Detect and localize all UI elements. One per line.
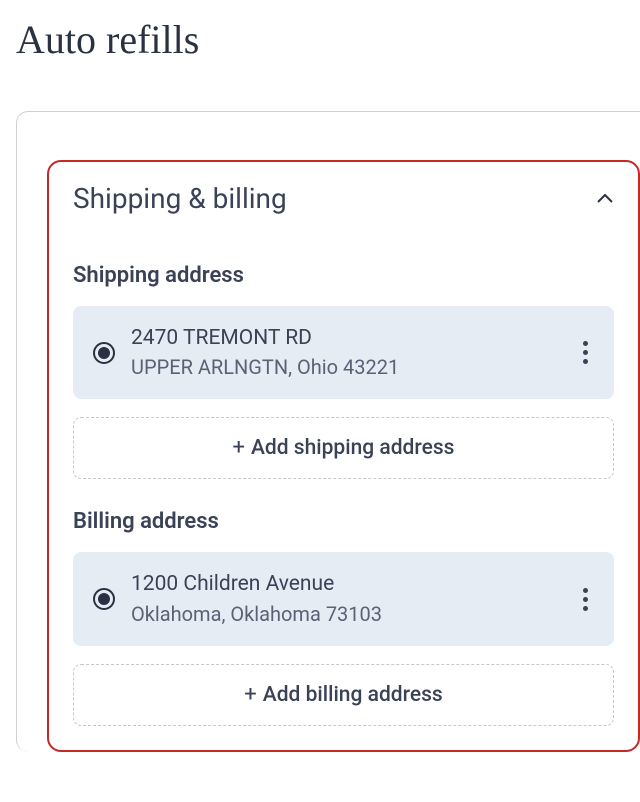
section-title: Shipping & billing xyxy=(73,182,287,215)
auto-refills-card: Shipping & billing Shipping address 2470… xyxy=(16,111,640,752)
plus-icon: + xyxy=(233,437,245,459)
billing-block: Billing address 1200 Children Avenue Okl… xyxy=(73,509,614,725)
page-title: Auto refills xyxy=(16,16,640,63)
radio-selected-icon[interactable] xyxy=(93,588,115,610)
shipping-address-row[interactable]: 2470 TREMONT RD UPPER ARLNGTN, Ohio 4322… xyxy=(73,306,614,399)
add-billing-address-button[interactable]: + Add billing address xyxy=(73,664,614,726)
billing-subsection-title: Billing address xyxy=(73,509,614,534)
section-header[interactable]: Shipping & billing xyxy=(73,182,614,215)
shipping-subsection-title: Shipping address xyxy=(73,263,614,288)
shipping-address-text: 2470 TREMONT RD UPPER ARLNGTN, Ohio 4322… xyxy=(131,324,561,381)
add-shipping-label: Add shipping address xyxy=(251,436,455,460)
kebab-menu-icon[interactable] xyxy=(577,582,594,617)
chevron-up-icon[interactable] xyxy=(596,190,614,208)
plus-icon: + xyxy=(244,684,256,706)
shipping-block: Shipping address 2470 TREMONT RD UPPER A… xyxy=(73,263,614,479)
billing-address-row[interactable]: 1200 Children Avenue Oklahoma, Oklahoma … xyxy=(73,552,614,645)
billing-address-text: 1200 Children Avenue Oklahoma, Oklahoma … xyxy=(131,570,561,627)
billing-address-line2: Oklahoma, Oklahoma 73103 xyxy=(131,600,561,628)
shipping-address-line2: UPPER ARLNGTN, Ohio 43221 xyxy=(131,353,561,381)
shipping-address-line1: 2470 TREMONT RD xyxy=(131,324,561,353)
kebab-menu-icon[interactable] xyxy=(577,335,594,370)
shipping-billing-panel: Shipping & billing Shipping address 2470… xyxy=(47,160,640,752)
add-billing-label: Add billing address xyxy=(263,683,443,707)
add-shipping-address-button[interactable]: + Add shipping address xyxy=(73,417,614,479)
billing-address-line1: 1200 Children Avenue xyxy=(131,570,561,599)
radio-selected-icon[interactable] xyxy=(93,342,115,364)
